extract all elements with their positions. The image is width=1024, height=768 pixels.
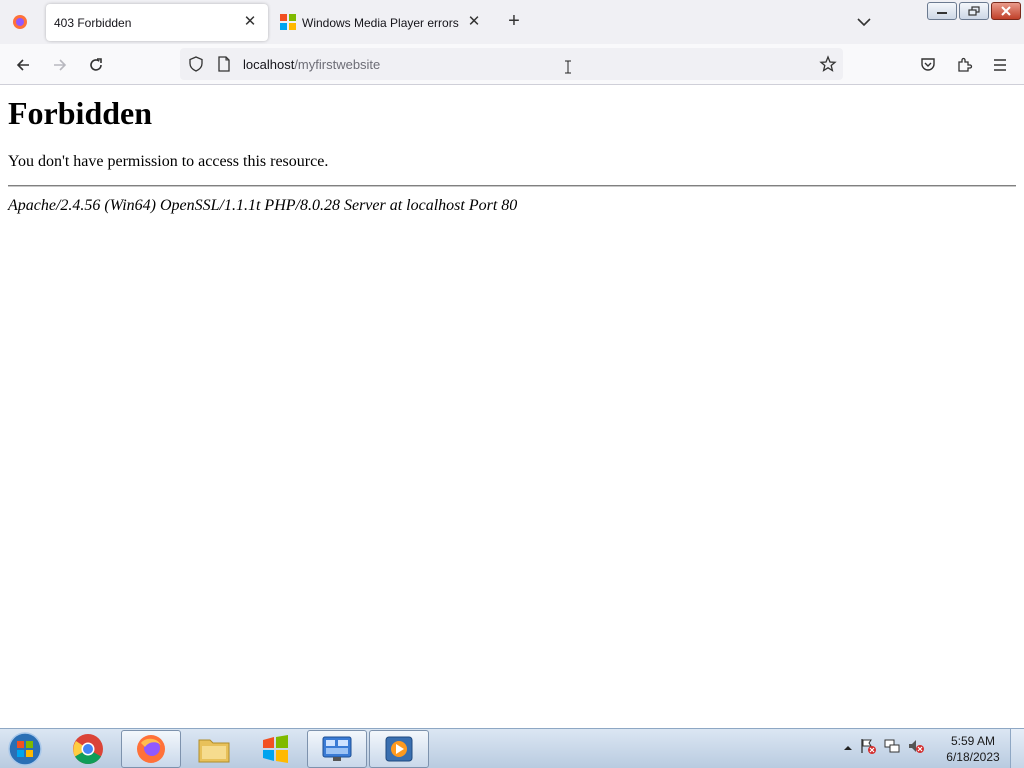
server-signature: Apache/2.4.56 (Win64) OpenSSL/1.1.1t PHP… bbox=[8, 197, 518, 214]
list-all-tabs-chevron-icon[interactable] bbox=[854, 12, 874, 32]
volume-muted-icon[interactable] bbox=[907, 737, 925, 760]
tracking-protection-shield-icon[interactable] bbox=[188, 56, 204, 77]
reload-icon[interactable] bbox=[83, 52, 109, 78]
close-tab-icon[interactable]: ✕ bbox=[466, 14, 482, 30]
clock-time: 5:59 AM bbox=[950, 734, 996, 748]
page-heading: Forbidden bbox=[8, 95, 153, 131]
error-message: You don't have permission to access this… bbox=[8, 153, 329, 170]
video-player-icon[interactable] bbox=[369, 730, 429, 768]
page-content: Forbidden You don't have permission to a… bbox=[0, 85, 1024, 728]
horizontal-rule bbox=[8, 185, 1016, 187]
url-text[interactable]: localhost/myfirstwebsite bbox=[243, 57, 380, 72]
tab-title: 403 Forbidden bbox=[54, 15, 132, 30]
navigation-toolbar: localhost/myfirstwebsite bbox=[0, 44, 1024, 85]
media-player-icon[interactable] bbox=[245, 730, 305, 768]
show-desktop-button[interactable] bbox=[1010, 729, 1024, 768]
microsoft-logo-icon bbox=[280, 14, 296, 30]
bookmark-star-icon[interactable] bbox=[819, 55, 837, 78]
tab-403-forbidden[interactable]: 403 Forbidden ✕ bbox=[46, 4, 268, 41]
chrome-icon[interactable] bbox=[58, 730, 118, 768]
forward-arrow-icon[interactable] bbox=[47, 52, 73, 78]
system-tray bbox=[843, 737, 925, 760]
start-orb-icon[interactable] bbox=[6, 731, 44, 767]
new-tab-button[interactable]: + bbox=[503, 11, 525, 33]
file-explorer-icon[interactable] bbox=[184, 730, 244, 768]
url-host: localhost bbox=[243, 57, 295, 72]
taskbar-clock[interactable]: 5:59 AM 6/18/2023 bbox=[940, 733, 1006, 765]
text-cursor-icon bbox=[565, 60, 571, 76]
control-panel-icon[interactable] bbox=[307, 730, 367, 768]
restore-button[interactable] bbox=[959, 2, 989, 20]
tab-windows-media-player-errors[interactable]: Windows Media Player errors - ✕ bbox=[272, 4, 492, 41]
page-info-icon[interactable] bbox=[217, 56, 231, 77]
tab-title: Windows Media Player errors - bbox=[302, 15, 462, 30]
url-path: /myfirstwebsite bbox=[294, 57, 381, 72]
minimize-button[interactable] bbox=[927, 2, 957, 20]
action-center-flag-icon[interactable] bbox=[859, 737, 877, 760]
window-controls bbox=[927, 2, 1021, 20]
show-hidden-icons-arrow-icon[interactable] bbox=[843, 740, 853, 758]
extensions-puzzle-icon[interactable] bbox=[951, 52, 977, 78]
firefox-icon[interactable] bbox=[121, 730, 181, 768]
pocket-icon[interactable] bbox=[915, 52, 941, 78]
browser-tab-strip: 403 Forbidden ✕ Windows Media Player err… bbox=[0, 0, 1024, 44]
address-bar[interactable]: localhost/myfirstwebsite bbox=[180, 48, 843, 80]
close-window-button[interactable] bbox=[991, 2, 1021, 20]
back-arrow-icon[interactable] bbox=[10, 52, 36, 78]
windows-taskbar: 5:59 AM 6/18/2023 bbox=[0, 728, 1024, 768]
firefox-view-icon[interactable] bbox=[10, 12, 30, 32]
clock-date: 6/18/2023 bbox=[946, 750, 1000, 764]
menu-hamburger-icon[interactable] bbox=[987, 52, 1013, 78]
network-icon[interactable] bbox=[883, 737, 901, 760]
close-tab-icon[interactable]: ✕ bbox=[242, 14, 258, 30]
